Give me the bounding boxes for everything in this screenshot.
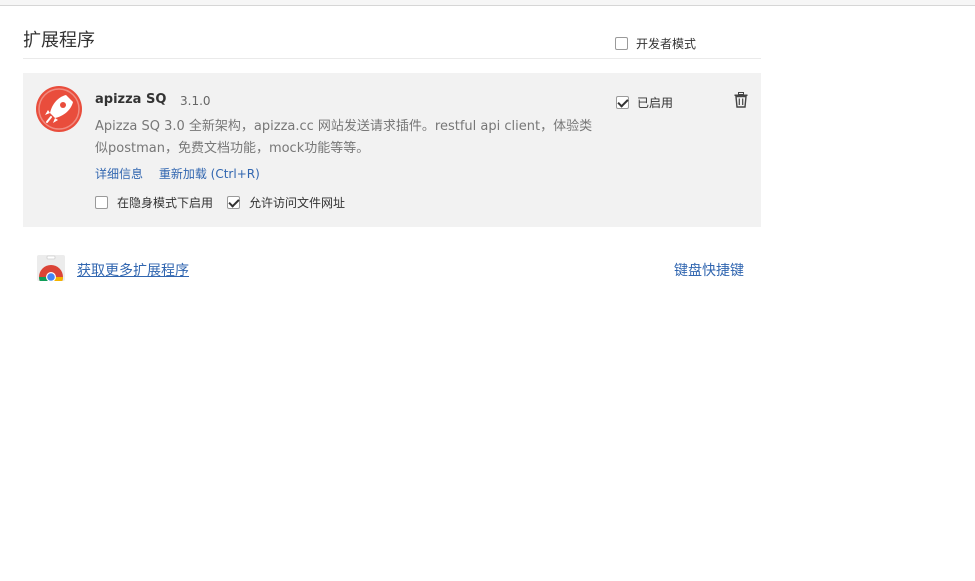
- extension-options: 在隐身模式下启用 允许访问文件网址: [95, 194, 359, 211]
- rocket-icon: [36, 86, 82, 132]
- file-access-label: 允许访问文件网址: [249, 196, 346, 210]
- extension-links: 详细信息 重新加载 (Ctrl+R): [95, 165, 272, 182]
- page-header: 扩展程序 开发者模式: [23, 26, 761, 59]
- developer-mode-toggle[interactable]: 开发者模式: [615, 35, 696, 52]
- browser-top-border: [0, 0, 975, 6]
- chrome-web-store-icon: [37, 255, 65, 289]
- incognito-label: 在隐身模式下启用: [117, 196, 214, 210]
- enabled-checkbox[interactable]: [616, 96, 629, 109]
- developer-mode-checkbox[interactable]: [615, 37, 628, 50]
- extension-description: Apizza SQ 3.0 全新架构，apizza.cc 网站发送请求插件。re…: [95, 119, 593, 156]
- reload-link[interactable]: 重新加载 (Ctrl+R): [159, 167, 260, 181]
- extension-name: apizza SQ: [95, 92, 167, 107]
- incognito-checkbox[interactable]: [95, 196, 108, 209]
- enabled-label: 已启用: [637, 96, 674, 110]
- extension-version: 3.1.0: [180, 94, 211, 108]
- page-title: 扩展程序: [23, 30, 95, 51]
- developer-mode-label: 开发者模式: [636, 37, 697, 51]
- trash-icon[interactable]: [734, 92, 748, 108]
- extension-card: apizza SQ 3.1.0 Apizza SQ 3.0 全新架构，apizz…: [23, 73, 761, 227]
- keyboard-shortcuts-link[interactable]: 键盘快捷键: [674, 260, 744, 280]
- incognito-option[interactable]: 在隐身模式下启用: [95, 194, 213, 211]
- file-access-option[interactable]: 允许访问文件网址: [227, 194, 345, 211]
- get-more-extensions-link[interactable]: 获取更多扩展程序: [77, 260, 189, 280]
- enabled-toggle[interactable]: 已启用: [616, 94, 673, 111]
- details-link[interactable]: 详细信息: [95, 167, 143, 181]
- file-access-checkbox[interactable]: [227, 196, 241, 209]
